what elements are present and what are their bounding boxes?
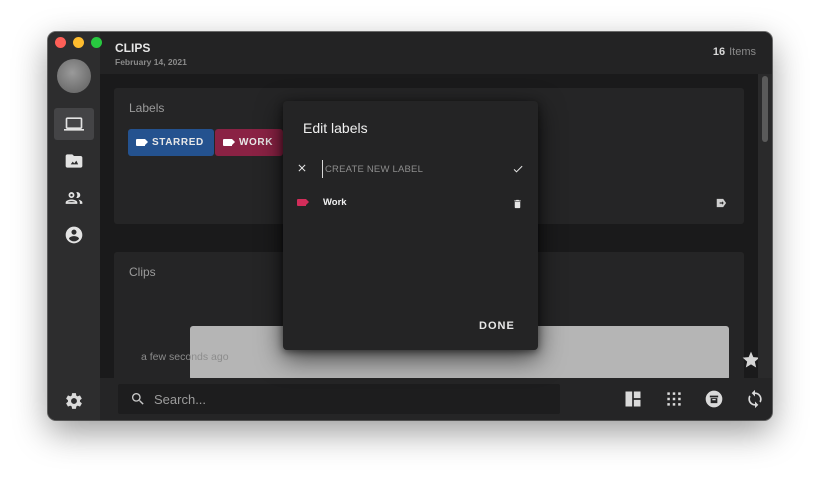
sidebar-item-account[interactable]	[54, 219, 94, 251]
label-chip-work[interactable]: WORK	[215, 129, 284, 156]
star-icon[interactable]	[741, 350, 758, 370]
search-box[interactable]	[118, 384, 560, 414]
label-icon	[297, 199, 309, 206]
minimize-window-button[interactable]	[73, 37, 84, 48]
people-icon	[65, 192, 83, 204]
label-name[interactable]: Work	[323, 197, 347, 208]
clips-title: Clips	[129, 265, 156, 279]
search-icon	[132, 393, 144, 405]
grid-view-button[interactable]	[663, 388, 685, 410]
close-icon	[298, 164, 306, 172]
confirm-new-label-button[interactable]	[512, 162, 524, 174]
layout-icon	[625, 391, 641, 407]
delete-label-button[interactable]	[512, 197, 523, 209]
item-count-unit: Items	[729, 46, 756, 58]
label-icon	[223, 139, 235, 146]
sidebar-item-clips[interactable]	[54, 108, 94, 140]
gear-icon	[66, 393, 82, 409]
label-chip-text: STARRED	[152, 137, 204, 148]
sidebar-item-people[interactable]	[54, 182, 94, 214]
check-icon	[513, 165, 523, 173]
top-bar: CLIPS February 14, 2021 16 Items	[100, 32, 772, 74]
labels-title: Labels	[129, 101, 165, 115]
scrollbar-thumb[interactable]	[762, 76, 768, 142]
label-chip-starred[interactable]: STARRED	[128, 129, 214, 156]
maximize-window-button[interactable]	[91, 37, 102, 48]
sync-button[interactable]	[744, 388, 766, 410]
search-input[interactable]	[152, 390, 536, 408]
item-count: 16 Items	[713, 46, 756, 58]
edit-labels-dialog: Edit labels Work DONE	[283, 101, 538, 350]
cancel-new-label-button[interactable]	[296, 161, 308, 173]
app-date: February 14, 2021	[115, 57, 187, 67]
avatar[interactable]	[57, 59, 91, 93]
grid-icon	[667, 392, 681, 406]
sidebar-item-folders[interactable]	[54, 145, 94, 177]
bottom-toolbar	[100, 378, 772, 420]
edit-labels-icon[interactable]	[715, 196, 729, 210]
item-count-value: 16	[712, 46, 726, 58]
trash-icon	[514, 199, 521, 209]
sync-icon	[748, 389, 762, 409]
close-window-button[interactable]	[55, 37, 66, 48]
laptop-icon	[64, 117, 84, 131]
settings-button[interactable]	[64, 391, 84, 411]
layout-button[interactable]	[622, 388, 644, 410]
sidebar	[48, 32, 100, 420]
new-label-input[interactable]	[322, 160, 497, 178]
archive-icon	[705, 390, 723, 408]
done-button[interactable]: DONE	[479, 320, 515, 332]
app-title: CLIPS	[115, 41, 151, 55]
label-chip-text: WORK	[239, 137, 274, 148]
dialog-title: Edit labels	[303, 120, 368, 136]
label-icon	[136, 139, 148, 146]
clip-timestamp: a few seconds ago	[141, 351, 229, 363]
window-controls	[55, 37, 102, 48]
account-icon	[65, 226, 83, 244]
scrollbar[interactable]	[758, 74, 772, 378]
archive-button[interactable]	[703, 388, 725, 410]
folder-icon	[65, 154, 83, 168]
